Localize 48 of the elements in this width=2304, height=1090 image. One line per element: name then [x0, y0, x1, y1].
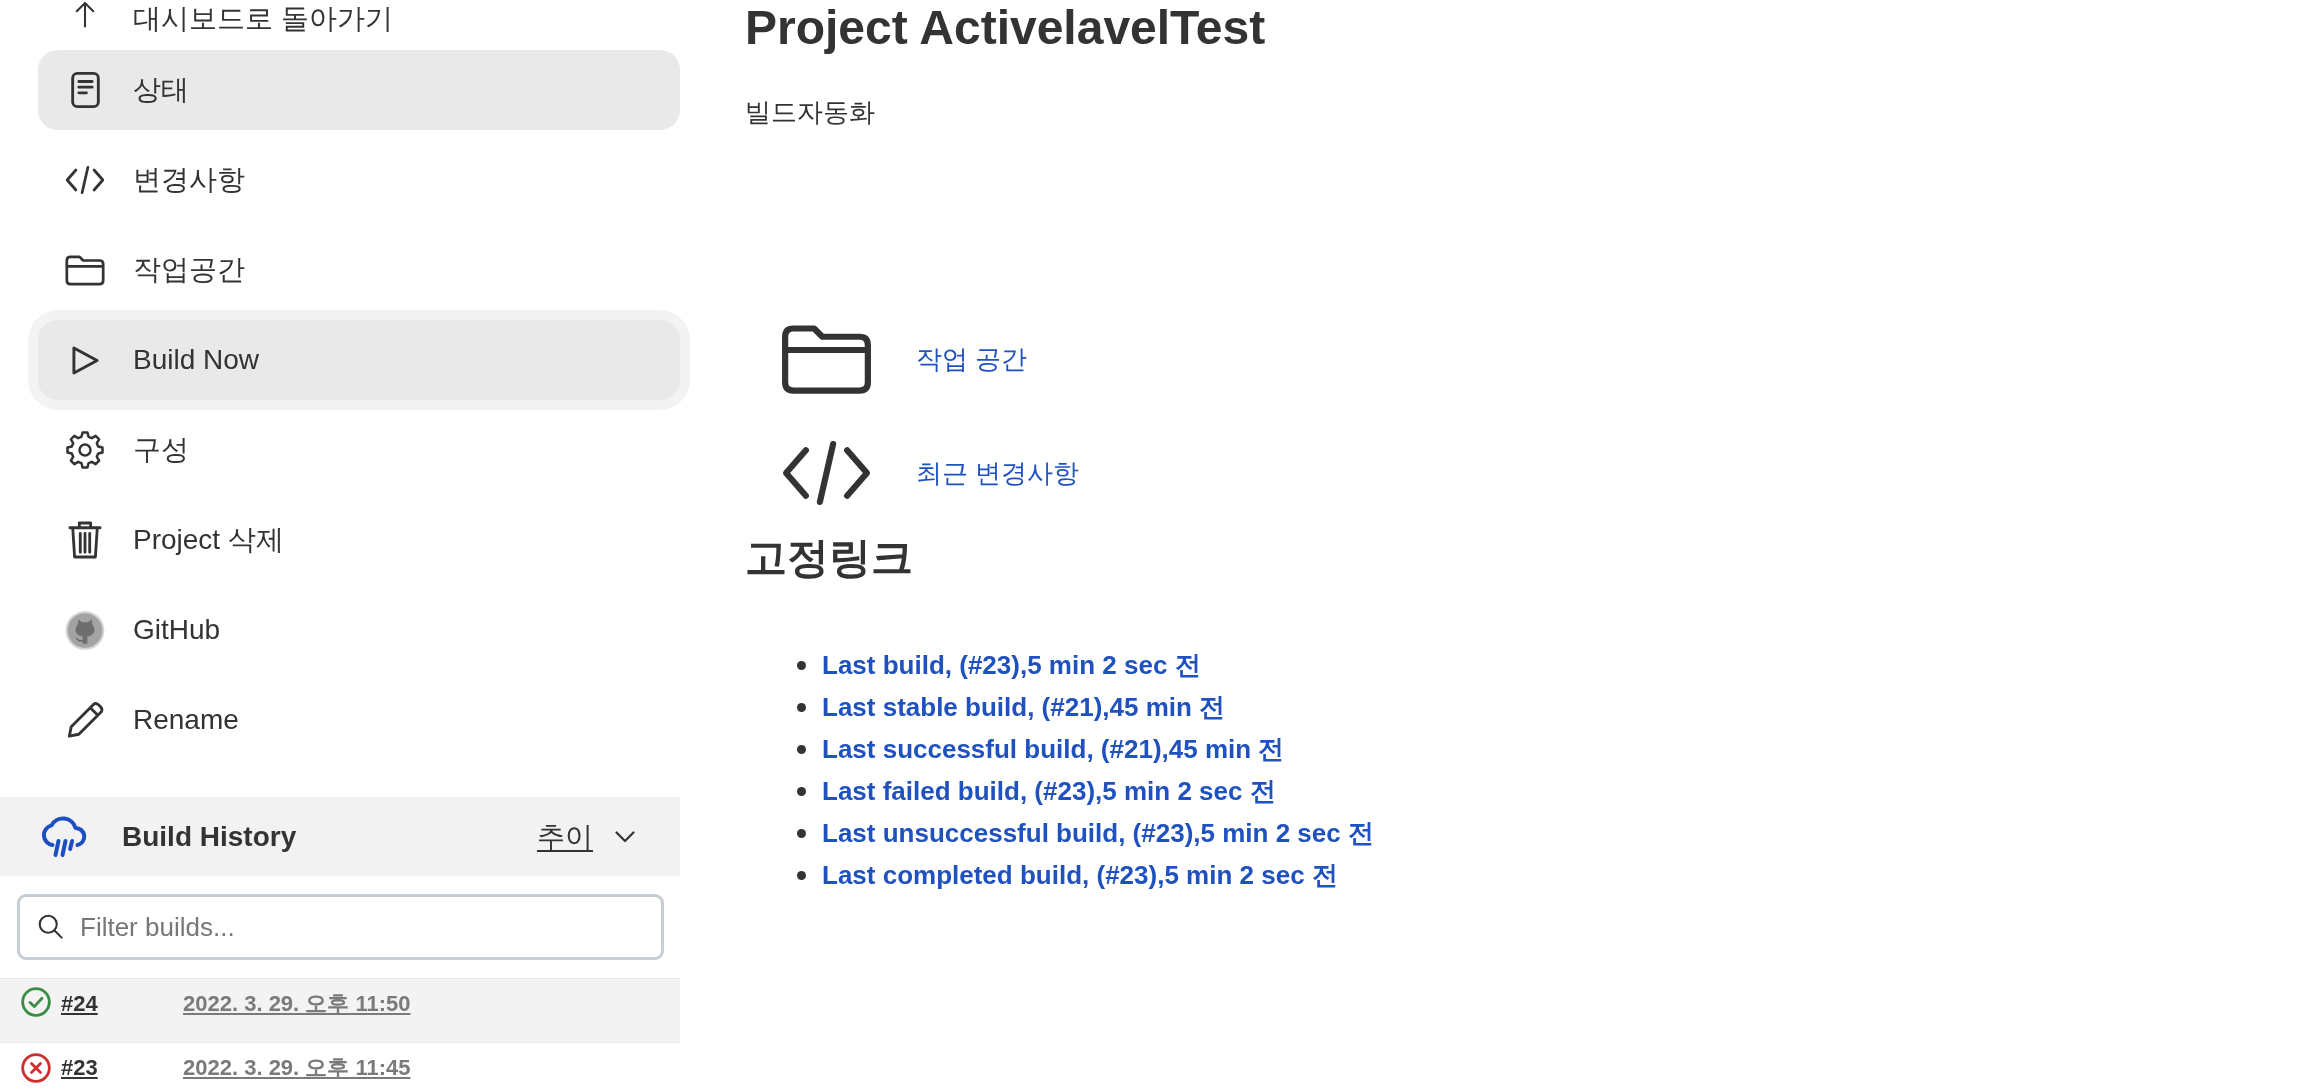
search-icon — [38, 914, 63, 939]
permalink-link[interactable]: Last build, (#23),5 min 2 sec 전 — [822, 647, 1201, 683]
build-time-link[interactable]: 2022. 3. 29. 오후 11:50 — [183, 987, 411, 1021]
permalink-link[interactable]: Last completed build, (#23),5 min 2 sec 전 — [822, 857, 1338, 893]
cloud-rain-icon — [39, 814, 88, 859]
filter-field[interactable]: Filter builds... — [17, 894, 664, 960]
permalinks-heading: 고정링크 — [745, 533, 913, 583]
permalink-link[interactable]: Last stable build, (#21),45 min 전 — [822, 689, 1226, 725]
trend-link[interactable]: 추이 — [537, 817, 593, 856]
play-icon — [70, 344, 100, 376]
code-icon — [781, 440, 872, 506]
project-title: Project ActivelavelTest — [745, 0, 1266, 56]
settings-icon — [65, 430, 105, 470]
sidebar-item[interactable]: GitHub — [38, 590, 680, 670]
pencil-icon — [65, 701, 105, 739]
build-history-title: Build History — [122, 820, 297, 853]
chevron-down-icon[interactable] — [615, 830, 635, 843]
bullet-icon — [797, 870, 806, 880]
arrow-up-icon — [74, 0, 96, 28]
project-description: 빌드자동화 — [745, 97, 875, 127]
permalink-link[interactable]: Last successful build, (#21),45 min 전 — [822, 731, 1285, 767]
document-icon — [69, 71, 101, 109]
sidebar-item[interactable]: 변경사항 — [38, 140, 680, 220]
build-number-link[interactable]: #24 — [61, 987, 98, 1021]
bullet-icon — [797, 660, 806, 670]
folder-icon — [781, 323, 872, 396]
check-circle-icon — [21, 987, 51, 1017]
permalink-link[interactable]: Last unsuccessful build, (#23),5 min 2 sec 전 — [822, 815, 1374, 851]
build-number-link[interactable]: #23 — [61, 1051, 98, 1085]
sidebar-item[interactable]: Project 삭제 — [38, 500, 680, 580]
error-circle-icon — [21, 1053, 51, 1083]
code-icon — [65, 165, 105, 195]
bullet-icon — [797, 702, 806, 712]
folder-icon — [65, 253, 105, 287]
sidebar-item[interactable]: Rename — [38, 680, 680, 760]
bullet-icon — [797, 786, 806, 796]
sidebar-item[interactable]: 구성 — [38, 410, 680, 490]
sidebar-item[interactable]: 대시보드로 돌아가기 — [38, 0, 680, 40]
sidebar-item[interactable]: 상태 — [38, 50, 680, 130]
permalink-link[interactable]: Last failed build, (#23),5 min 2 sec 전 — [822, 773, 1276, 809]
trash-icon — [68, 520, 102, 560]
project-link[interactable]: 최근 변경사항 — [916, 455, 1080, 491]
bullet-icon — [797, 828, 806, 838]
project-link[interactable]: 작업 공간 — [916, 342, 1028, 377]
bullet-icon — [797, 744, 806, 754]
sidebar-item[interactable]: Build Now — [28, 310, 690, 410]
sidebar-item[interactable]: 작업공간 — [38, 230, 680, 310]
build-time-link[interactable]: 2022. 3. 29. 오후 11:45 — [183, 1051, 411, 1085]
